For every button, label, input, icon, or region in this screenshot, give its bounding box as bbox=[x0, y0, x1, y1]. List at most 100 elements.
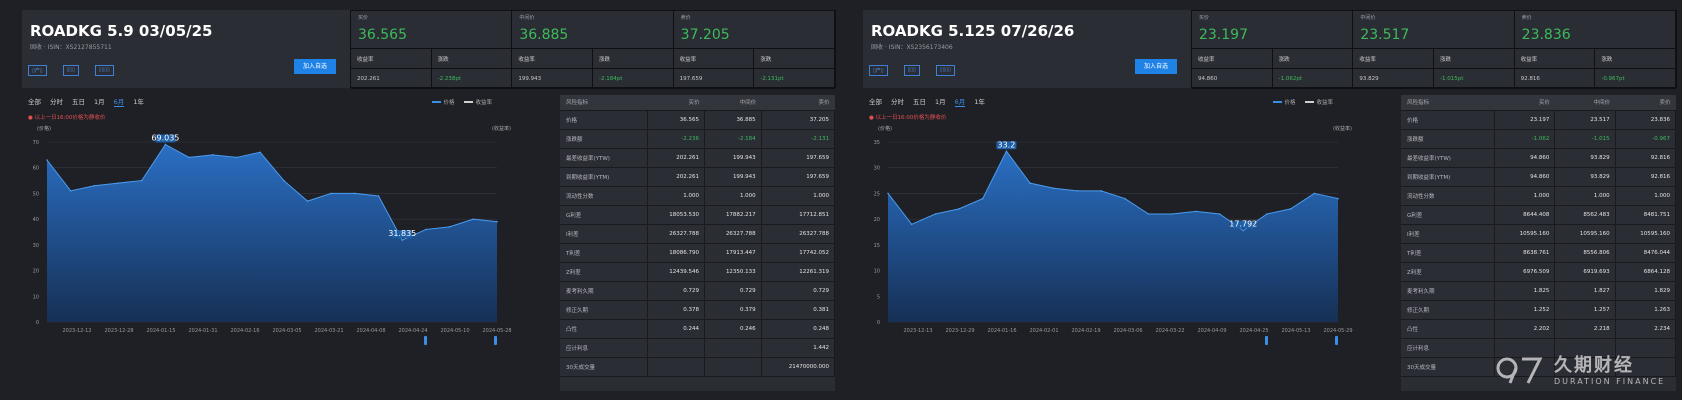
legend-yield[interactable]: 收益率 bbox=[464, 98, 492, 106]
price-point bbox=[496, 220, 498, 223]
quote-label: 中间价 bbox=[519, 15, 535, 21]
slider-handle-right[interactable] bbox=[1335, 336, 1338, 345]
x-tick-label: 2024-05-13 bbox=[1281, 328, 1310, 334]
legend-swatch bbox=[432, 101, 442, 103]
tab-0[interactable]: 全部 bbox=[28, 96, 41, 107]
table-header-row: 风险指标 买价 中间价 卖价 bbox=[1401, 95, 1676, 111]
table-cell: 202.261 bbox=[647, 167, 706, 187]
quote-label: 买价 bbox=[358, 15, 369, 21]
tab-4[interactable]: 6月 bbox=[954, 96, 966, 107]
table-cell: 199.943 bbox=[704, 148, 762, 168]
table-row: G利差 18053.530 17882.217 17712.851 bbox=[560, 205, 836, 225]
range-slider[interactable] bbox=[1265, 336, 1345, 346]
table-cell: 12261.319 bbox=[761, 262, 836, 282]
table-row: 流动性分数 1.000 1.000 1.000 bbox=[560, 186, 836, 206]
tag-link[interactable]: ▯▯▯ bbox=[62, 65, 79, 76]
table-cell: 18086.790 bbox=[647, 243, 706, 263]
slider-handle-right[interactable] bbox=[494, 336, 497, 345]
x-tick-label: 2024-04-09 bbox=[1197, 328, 1226, 334]
tab-0[interactable]: 全部 bbox=[869, 96, 882, 107]
bond-panel-2: ROADKG 5.125 07/26/26 固收 · ISIN：XS2356173… bbox=[841, 0, 1682, 400]
price-point bbox=[188, 156, 190, 159]
table-cell: 1.000 bbox=[1554, 186, 1616, 206]
tab-5[interactable]: 1年 bbox=[974, 96, 985, 107]
quote-label: 买价 bbox=[1199, 15, 1210, 21]
table-row: I利差 10595.160 10595.160 10595.160 bbox=[1401, 224, 1677, 244]
add-to-watchlist-button[interactable]: 加入自选 bbox=[1135, 59, 1177, 74]
table-cell: 1.000 bbox=[761, 186, 836, 206]
tab-2[interactable]: 五日 bbox=[913, 96, 926, 107]
change-value: -1.062pt bbox=[1272, 69, 1354, 89]
tab-1[interactable]: 分时 bbox=[891, 96, 904, 107]
slider-handle-left[interactable] bbox=[1265, 336, 1268, 345]
price-point bbox=[1242, 229, 1245, 232]
risk-table-grid: 风险指标 买价 中间价 卖价 价格 23.197 23.517 23.836 涨跌额 -1.062… bbox=[1401, 95, 1677, 377]
x-tick-label: 2024-05-10 bbox=[440, 328, 469, 334]
tab-3[interactable]: 1月 bbox=[94, 96, 105, 107]
table-cell: G利差 bbox=[1401, 205, 1496, 225]
logo-cn-text: 久期财经 bbox=[1554, 355, 1634, 376]
y-tick-label: 35 bbox=[874, 140, 880, 146]
tab-5[interactable]: 1年 bbox=[133, 96, 144, 107]
table-row: T利差 18086.790 17913.447 17742.052 bbox=[560, 243, 836, 263]
table-cell: 8644.408 bbox=[1494, 205, 1556, 225]
range-slider[interactable] bbox=[424, 336, 504, 346]
tag-link[interactable]: ▯▯▯▯ bbox=[935, 65, 955, 76]
table-cell: 2.218 bbox=[1554, 319, 1616, 339]
legend-price[interactable]: 价格 bbox=[1273, 98, 1295, 106]
change-label: 涨跌 bbox=[1595, 49, 1676, 69]
x-tick-label: 2024-03-06 bbox=[1113, 328, 1142, 334]
table-cell: I利差 bbox=[560, 224, 649, 244]
price-chart-svg: 0 10 20 30 40 50 60 70 2023-12-12 2023-12-28 2024-… bbox=[33, 133, 512, 334]
bond-name: ROADKG 5.125 07/26/26 bbox=[871, 22, 1075, 40]
max-label: 33.2 bbox=[998, 140, 1016, 149]
table-cell: 凸性 bbox=[560, 319, 649, 339]
price-chart: 全部 分时 五日 1月 6月 1年 价格 收益率 ● 以上一日16:00价格为静收价 (价格) (收… bbox=[863, 96, 1353, 366]
slider-handle-left[interactable] bbox=[424, 336, 427, 345]
tag-link[interactable]: ▯▯▯ bbox=[903, 65, 920, 76]
table-cell: 12439.546 bbox=[647, 262, 706, 282]
quote-value: 23.197 bbox=[1199, 27, 1248, 43]
yield-label: 收益率 bbox=[1514, 49, 1596, 69]
price-point bbox=[164, 143, 167, 146]
chart-legend: 价格 收益率 bbox=[432, 98, 492, 106]
tab-2[interactable]: 五日 bbox=[72, 96, 85, 107]
tab-4[interactable]: 6月 bbox=[113, 96, 125, 107]
table-cell: -2.184 bbox=[704, 129, 762, 149]
price-point bbox=[69, 190, 72, 192]
table-cell: 1.257 bbox=[1554, 300, 1616, 320]
table-cell: 流动性分数 bbox=[560, 186, 649, 206]
table-cell: 23.517 bbox=[1554, 110, 1616, 130]
table-cell: -2.131 bbox=[761, 129, 836, 149]
tag-link[interactable]: ▯产▯ bbox=[28, 65, 47, 76]
table-cell bbox=[647, 357, 706, 377]
table-header: 买价 bbox=[647, 95, 705, 111]
legend-yield[interactable]: 收益率 bbox=[1305, 98, 1333, 106]
change-value: -2.131pt bbox=[754, 69, 835, 89]
x-tick-label: 2024-02-19 bbox=[1071, 328, 1100, 334]
tag-link[interactable]: ▯▯▯▯ bbox=[94, 65, 114, 76]
y-tick-label: 15 bbox=[874, 243, 880, 249]
logo: 久期财经 DURATION FINANCE bbox=[1496, 351, 1665, 386]
table-cell: 92.816 bbox=[1615, 148, 1677, 168]
table-row: 流动性分数 1.000 1.000 1.000 bbox=[1401, 186, 1677, 206]
tab-3[interactable]: 1月 bbox=[935, 96, 946, 107]
table-row: Z利差 6976.509 6919.693 6864.128 bbox=[1401, 262, 1677, 282]
price-point bbox=[958, 208, 960, 210]
price-point bbox=[1124, 197, 1126, 200]
tag-link[interactable]: ▯产▯ bbox=[869, 65, 888, 76]
legend-price[interactable]: 价格 bbox=[432, 98, 454, 106]
quote-grid: 买价 23.197 中间价 23.517 卖价 23.836 收益率 涨跌 收益率 涨跌 收益率 涨跌… bbox=[1191, 10, 1677, 89]
table-cell: 1.000 bbox=[704, 186, 762, 206]
table-row: 价格 36.565 36.885 37.205 bbox=[560, 110, 836, 130]
price-point bbox=[425, 228, 427, 231]
min-label: 31.835 bbox=[388, 229, 416, 238]
table-cell: 2.234 bbox=[1615, 319, 1677, 339]
table-header: 风险指标 bbox=[560, 95, 648, 111]
table-cell: 0.379 bbox=[704, 300, 762, 320]
table-row: G利差 8644.408 8562.483 8481.751 bbox=[1401, 205, 1677, 225]
add-to-watchlist-button[interactable]: 加入自选 bbox=[294, 59, 336, 74]
tab-1[interactable]: 分时 bbox=[50, 96, 63, 107]
table-cell: G利差 bbox=[560, 205, 649, 225]
change-value: -2.184pt bbox=[592, 69, 674, 89]
